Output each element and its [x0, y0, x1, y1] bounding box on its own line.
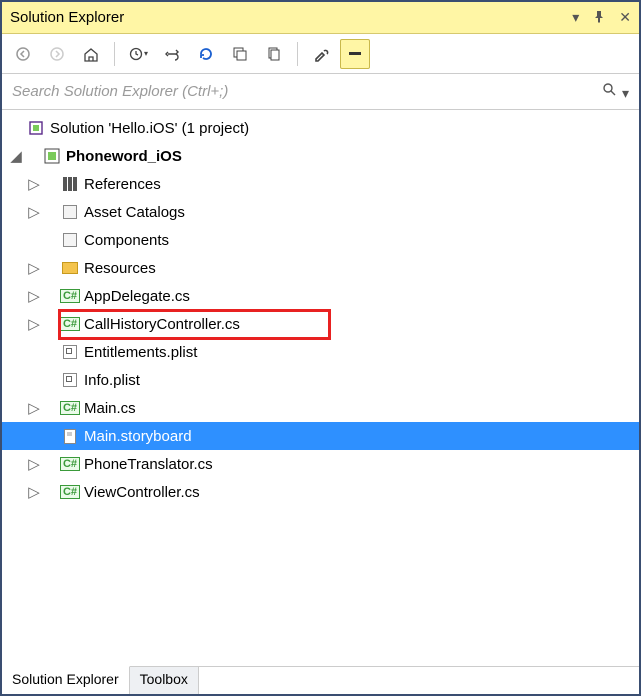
csharp-icon: C# — [60, 485, 80, 499]
folder-icon — [60, 262, 80, 274]
search-input[interactable] — [12, 74, 594, 109]
entitlements-node[interactable]: Entitlements.plist — [2, 338, 639, 366]
callhistory-node[interactable]: ▷ C# CallHistoryController.cs — [2, 310, 639, 338]
project-label: Phoneword_iOS — [62, 148, 182, 165]
viewcontroller-label: ViewController.cs — [80, 484, 200, 501]
expand-icon[interactable]: ▷ — [26, 203, 42, 221]
expand-icon[interactable]: ▷ — [26, 399, 42, 417]
window-title: Solution Explorer — [10, 9, 558, 26]
show-all-files-button[interactable] — [259, 39, 289, 69]
forward-button[interactable] — [42, 39, 72, 69]
csharp-icon: C# — [60, 289, 80, 303]
entitlements-label: Entitlements.plist — [80, 344, 197, 361]
pin-icon[interactable] — [593, 10, 605, 26]
sync-button[interactable] — [157, 39, 187, 69]
expand-icon[interactable]: ◢ — [8, 147, 24, 165]
callhistory-label: CallHistoryController.cs — [80, 316, 240, 333]
main-storyboard-node[interactable]: Main.storyboard — [2, 422, 639, 450]
expand-icon[interactable]: ▷ — [26, 287, 42, 305]
home-button[interactable] — [76, 39, 106, 69]
expand-icon[interactable]: ▷ — [26, 259, 42, 277]
asset-catalogs-node[interactable]: ▷ Asset Catalogs — [2, 198, 639, 226]
resources-label: Resources — [80, 260, 156, 277]
expand-icon[interactable]: ▷ — [26, 315, 42, 333]
appdelegate-label: AppDelegate.cs — [80, 288, 190, 305]
resources-node[interactable]: ▷ Resources — [2, 254, 639, 282]
preview-button[interactable] — [340, 39, 370, 69]
plist-icon — [60, 345, 80, 359]
properties-button[interactable] — [306, 39, 336, 69]
solution-node[interactable]: Solution 'Hello.iOS' (1 project) — [2, 114, 639, 142]
main-cs-label: Main.cs — [80, 400, 136, 417]
search-icon[interactable]: ▾ — [594, 82, 629, 102]
catalog-icon — [60, 205, 80, 219]
phonetranslator-node[interactable]: ▷ C# PhoneTranslator.cs — [2, 450, 639, 478]
csharp-icon: C# — [60, 317, 80, 331]
dropdown-icon[interactable]: ▾ — [572, 9, 579, 26]
components-node[interactable]: Components — [2, 226, 639, 254]
search-bar[interactable]: ▾ — [2, 74, 639, 110]
project-icon — [42, 148, 62, 164]
main-cs-node[interactable]: ▷ C# Main.cs — [2, 394, 639, 422]
close-icon[interactable]: ✕ — [619, 9, 631, 26]
references-label: References — [80, 176, 161, 193]
infoplist-label: Info.plist — [80, 372, 140, 389]
main-storyboard-label: Main.storyboard — [80, 428, 192, 445]
solution-icon — [26, 120, 46, 136]
references-icon — [60, 177, 80, 191]
storyboard-icon — [60, 429, 80, 444]
references-node[interactable]: ▷ References — [2, 170, 639, 198]
csharp-icon: C# — [60, 457, 80, 471]
collapse-all-button[interactable] — [225, 39, 255, 69]
appdelegate-node[interactable]: ▷ C# AppDelegate.cs — [2, 282, 639, 310]
components-icon — [60, 233, 80, 247]
solution-label: Solution 'Hello.iOS' (1 project) — [46, 120, 249, 137]
back-button[interactable] — [8, 39, 38, 69]
solution-tree: Solution 'Hello.iOS' (1 project) ◢ Phone… — [2, 110, 639, 666]
toolbar: ▾ — [2, 34, 639, 74]
tab-solution-explorer[interactable]: Solution Explorer — [2, 666, 130, 694]
csharp-icon: C# — [60, 401, 80, 415]
viewcontroller-node[interactable]: ▷ C# ViewController.cs — [2, 478, 639, 506]
tab-toolbox[interactable]: Toolbox — [130, 667, 199, 694]
infoplist-node[interactable]: Info.plist — [2, 366, 639, 394]
expand-icon[interactable]: ▷ — [26, 455, 42, 473]
refresh-button[interactable] — [191, 39, 221, 69]
components-label: Components — [80, 232, 169, 249]
expand-icon[interactable]: ▷ — [26, 175, 42, 193]
bottom-tabs: Solution Explorer Toolbox — [2, 666, 639, 694]
history-button[interactable]: ▾ — [123, 39, 153, 69]
asset-catalogs-label: Asset Catalogs — [80, 204, 185, 221]
phonetranslator-label: PhoneTranslator.cs — [80, 456, 213, 473]
expand-icon[interactable]: ▷ — [26, 483, 42, 501]
plist-icon — [60, 373, 80, 387]
project-node[interactable]: ◢ Phoneword_iOS — [2, 142, 639, 170]
titlebar: Solution Explorer ▾ ✕ — [2, 2, 639, 34]
